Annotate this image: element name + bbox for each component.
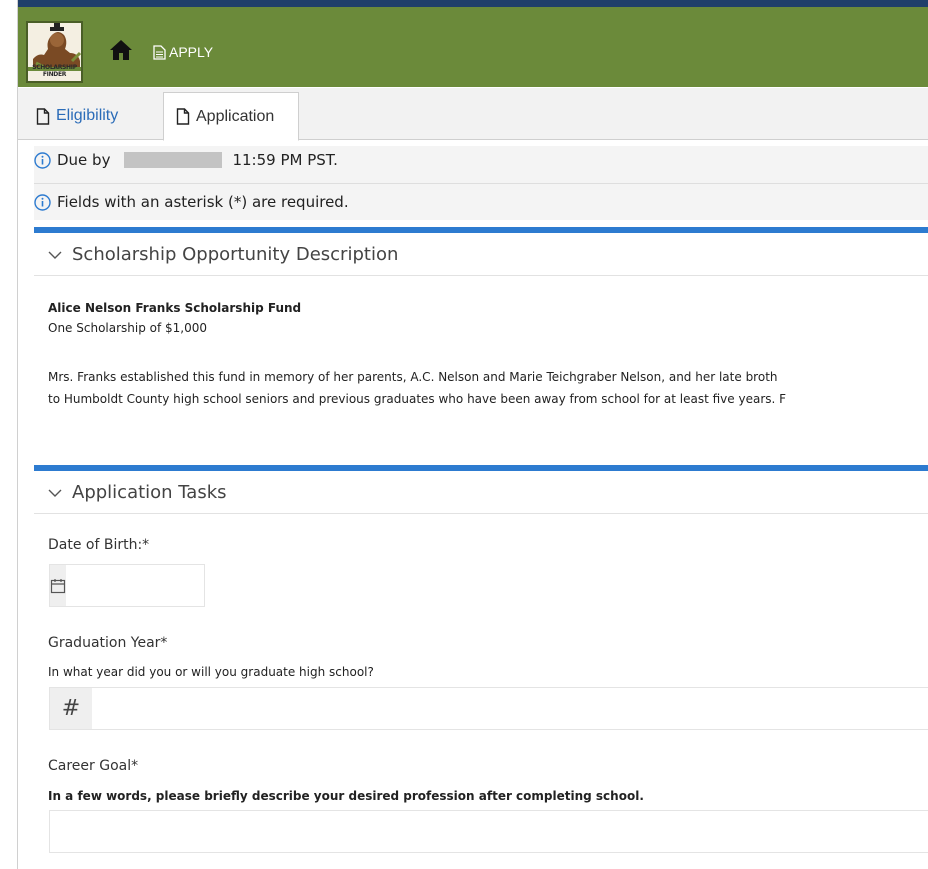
- tab-application[interactable]: Application: [163, 92, 299, 141]
- file-icon: [36, 107, 50, 125]
- tab-eligibility[interactable]: Eligibility: [24, 92, 130, 140]
- tasks-panel-accent: [34, 465, 928, 471]
- chevron-down-icon: [48, 489, 62, 497]
- scholarship-title: Alice Nelson Franks Scholarship Fund: [48, 301, 302, 315]
- info-icon: [34, 151, 51, 169]
- document-icon: [153, 44, 166, 60]
- tasks-panel-title: Application Tasks: [72, 482, 227, 503]
- grad-year-input[interactable]: [92, 688, 928, 729]
- description-panel-accent: [34, 227, 928, 233]
- tab-application-label: Application: [196, 107, 275, 125]
- home-icon[interactable]: [109, 39, 133, 61]
- dob-input[interactable]: [66, 565, 263, 606]
- grad-year-field[interactable]: #: [49, 687, 928, 730]
- calendar-icon: [50, 578, 66, 593]
- due-prefix: Due by: [57, 151, 111, 169]
- description-panel-title: Scholarship Opportunity Description: [72, 244, 399, 265]
- notice-divider: [34, 183, 928, 184]
- grad-year-label: Graduation Year*: [48, 635, 168, 651]
- number-addon: #: [50, 688, 92, 729]
- career-goal-help: In a few words, please briefly describe …: [48, 789, 644, 803]
- redacted-date: [124, 152, 223, 168]
- description-line-1: Mrs. Franks established this fund in mem…: [48, 370, 778, 384]
- due-time: 11:59 PM PST.: [232, 151, 338, 169]
- career-goal-label: Career Goal*: [48, 758, 139, 774]
- info-icon: [34, 193, 51, 211]
- calendar-addon[interactable]: [50, 565, 66, 606]
- scholarship-amount: One Scholarship of $1,000: [48, 321, 208, 335]
- scholarship-finder-logo[interactable]: SCHOLARSHIP FINDER: [26, 21, 83, 83]
- header-bar: SCHOLARSHIP FINDER APPLY: [18, 7, 928, 87]
- dob-field[interactable]: [49, 564, 263, 607]
- description-line-2: to Humboldt County high school seniors a…: [48, 392, 787, 406]
- logo-text: SCHOLARSHIP FINDER: [32, 64, 77, 78]
- grad-year-help: In what year did you or will you graduat…: [48, 665, 374, 679]
- tab-bar: Eligibility Application: [18, 88, 928, 141]
- description-panel-header[interactable]: Scholarship Opportunity Description: [34, 234, 928, 276]
- career-goal-input[interactable]: [50, 811, 928, 852]
- app-frame: SCHOLARSHIP FINDER APPLY Eligibility App…: [17, 0, 928, 869]
- required-fields-notice: Fields with an asterisk (*) are required…: [34, 191, 928, 213]
- browser-top-strip: [18, 0, 928, 7]
- apply-nav-link[interactable]: APPLY: [153, 42, 213, 62]
- due-date-notice: Due by 11:59 PM PST.: [34, 149, 928, 171]
- tab-eligibility-label: Eligibility: [56, 107, 119, 124]
- career-goal-field[interactable]: [49, 810, 928, 853]
- apply-label: APPLY: [169, 44, 214, 60]
- required-note: Fields with an asterisk (*) are required…: [57, 193, 349, 211]
- dob-label: Date of Birth:*: [48, 537, 150, 553]
- file-icon: [176, 108, 190, 125]
- tasks-panel-header[interactable]: Application Tasks: [34, 472, 928, 514]
- chevron-down-icon: [48, 251, 62, 259]
